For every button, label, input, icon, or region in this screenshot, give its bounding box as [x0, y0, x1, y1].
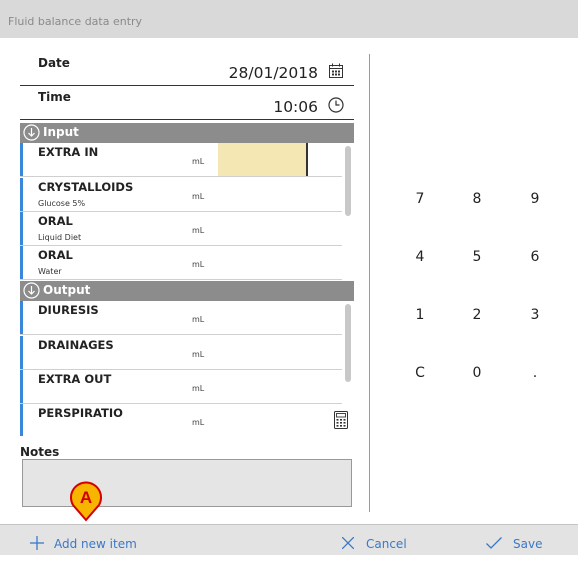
calculator-icon[interactable] — [334, 411, 348, 429]
clock-icon[interactable] — [328, 97, 344, 113]
row-accent-bar — [20, 143, 23, 176]
item-unit: mL — [192, 384, 205, 393]
item-name: CRYSTALLOIDS — [38, 180, 134, 194]
output-item-row[interactable]: DRAINAGES mL — [20, 336, 342, 370]
item-name: ORAL — [38, 214, 73, 228]
cancel-button[interactable]: Cancel — [342, 525, 412, 556]
item-unit: mL — [192, 226, 205, 235]
item-name: DIURESIS — [38, 303, 99, 317]
plus-icon — [30, 536, 44, 550]
cancel-label: Cancel — [366, 537, 407, 551]
item-unit: mL — [192, 192, 205, 201]
key-5[interactable]: 5 — [457, 244, 497, 270]
item-unit: mL — [192, 315, 205, 324]
item-subtitle: Glucose 5% — [38, 199, 86, 208]
key-0[interactable]: 0 — [457, 360, 497, 386]
key-7[interactable]: 7 — [400, 186, 440, 212]
window-title: Fluid balance data entry — [0, 0, 578, 38]
key-1[interactable]: 1 — [400, 302, 440, 328]
checkmark-icon — [486, 537, 502, 549]
key-9[interactable]: 9 — [515, 186, 555, 212]
save-button[interactable]: Save — [486, 525, 546, 556]
item-name: EXTRA IN — [38, 145, 99, 159]
row-accent-bar — [20, 404, 23, 436]
add-item-button[interactable]: Add new item — [30, 525, 150, 556]
item-name: ORAL — [38, 248, 73, 262]
input-scrollbar[interactable] — [345, 146, 351, 216]
row-accent-bar — [20, 370, 23, 403]
output-section-title: Output — [43, 283, 91, 297]
input-section-title: Input — [43, 125, 79, 139]
notes-label: Notes — [20, 445, 60, 459]
annotation-marker: A — [70, 481, 102, 522]
row-accent-bar — [20, 301, 23, 334]
item-name: EXTRA OUT — [38, 372, 112, 386]
output-item-row[interactable]: PERSPIRATIO mL — [20, 404, 342, 436]
arrow-down-circle-icon — [23, 124, 40, 141]
item-value-input[interactable] — [218, 143, 308, 176]
output-item-row[interactable]: DIURESIS mL — [20, 301, 342, 335]
row-accent-bar — [20, 246, 23, 279]
key-clear[interactable]: C — [400, 360, 440, 386]
row-accent-bar — [20, 336, 23, 369]
item-unit: mL — [192, 418, 205, 427]
annotation-marker-label: A — [80, 488, 92, 507]
panel-divider — [369, 54, 370, 512]
input-item-row[interactable]: CRYSTALLOIDS Glucose 5% mL — [20, 178, 342, 212]
input-section-header: Input — [20, 123, 354, 143]
add-item-label: Add new item — [54, 537, 137, 551]
item-name: DRAINAGES — [38, 338, 114, 352]
output-scrollbar[interactable] — [345, 304, 351, 382]
input-item-row[interactable]: EXTRA IN mL — [20, 143, 342, 177]
input-item-row[interactable]: ORAL Liquid Diet mL — [20, 212, 342, 246]
key-4[interactable]: 4 — [400, 244, 440, 270]
date-row[interactable]: Date 28/01/2018 — [20, 54, 354, 86]
output-section-header: Output — [20, 281, 354, 301]
item-name: PERSPIRATIO — [38, 406, 123, 420]
input-item-row[interactable]: ORAL Water mL — [20, 246, 342, 280]
item-subtitle: Water — [38, 267, 62, 276]
item-unit: mL — [192, 350, 205, 359]
row-accent-bar — [20, 178, 23, 211]
key-3[interactable]: 3 — [515, 302, 555, 328]
key-8[interactable]: 8 — [457, 186, 497, 212]
save-label: Save — [513, 537, 543, 551]
time-row[interactable]: Time 10:06 — [20, 88, 354, 120]
key-2[interactable]: 2 — [457, 302, 497, 328]
date-value[interactable]: 28/01/2018 — [229, 64, 318, 82]
key-decimal[interactable]: . — [515, 360, 555, 386]
item-unit: mL — [192, 157, 205, 166]
footer-bar: Add new item Cancel Save — [0, 524, 578, 555]
item-unit: mL — [192, 260, 205, 269]
arrow-down-circle-icon — [23, 282, 40, 299]
output-item-row[interactable]: EXTRA OUT mL — [20, 370, 342, 404]
time-value[interactable]: 10:06 — [273, 98, 318, 116]
row-accent-bar — [20, 212, 23, 245]
key-6[interactable]: 6 — [515, 244, 555, 270]
item-subtitle: Liquid Diet — [38, 233, 82, 242]
close-icon — [342, 537, 354, 549]
calendar-icon[interactable] — [328, 63, 344, 79]
date-label: Date — [38, 56, 70, 70]
time-label: Time — [38, 90, 71, 104]
